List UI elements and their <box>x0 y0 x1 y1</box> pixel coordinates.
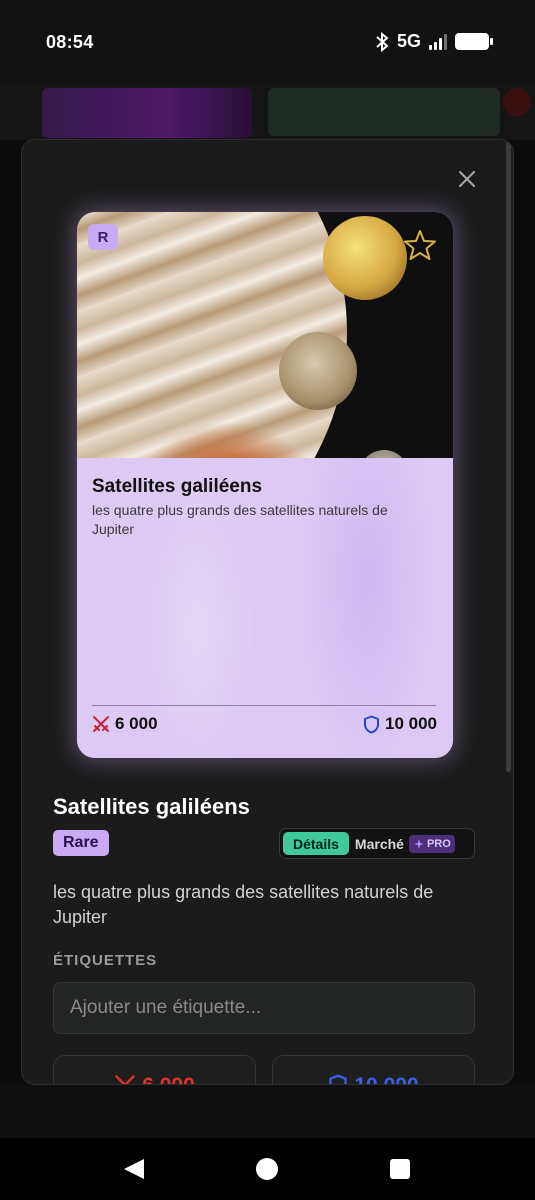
card-image: R <box>77 212 453 458</box>
sparkle-icon <box>413 838 424 849</box>
status-icons: 5G <box>375 31 493 52</box>
attack-value: 6 000 <box>142 1074 195 1084</box>
card-detail-modal: R Satellites galiléens les quatre plus g… <box>21 139 514 1085</box>
swords-icon <box>93 716 109 732</box>
pro-badge: PRO <box>408 834 455 853</box>
background-badge <box>503 88 531 116</box>
back-icon[interactable] <box>124 1159 144 1179</box>
view-switch: Détails Marché PRO <box>279 828 475 859</box>
collectible-card[interactable]: R Satellites galiléens les quatre plus g… <box>77 212 453 758</box>
swords-icon <box>115 1075 135 1084</box>
card-attack-stat: 6 000 <box>92 714 158 734</box>
tab-details[interactable]: Détails <box>283 832 349 855</box>
star-icon[interactable] <box>403 228 437 262</box>
card-defense-value: 10 000 <box>385 714 437 733</box>
card-divider <box>92 705 436 706</box>
card-attack-value: 6 000 <box>115 714 158 733</box>
tab-market[interactable]: Marché PRO <box>354 834 455 853</box>
battery-icon <box>455 33 493 50</box>
tag-input[interactable] <box>53 982 475 1034</box>
defense-stat-box: 10 000 <box>272 1055 475 1084</box>
rarity-badge: R <box>88 224 118 250</box>
network-label: 5G <box>396 31 421 51</box>
rarity-pill: Rare <box>53 830 109 856</box>
close-icon[interactable] <box>456 168 478 190</box>
signal-icon <box>429 33 447 50</box>
detail-title: Satellites galiléens <box>53 794 250 819</box>
pro-label: PRO <box>426 837 451 850</box>
card-description: les quatre plus grands des satellites na… <box>92 502 388 537</box>
shield-icon <box>329 1074 348 1084</box>
shield-icon <box>364 715 379 733</box>
scrollbar[interactable] <box>506 142 511 772</box>
status-bar: 08:54 5G <box>0 0 535 85</box>
background-banner <box>42 88 252 138</box>
home-icon[interactable] <box>256 1158 278 1180</box>
card-defense-stat: 10 000 <box>363 714 437 734</box>
tags-label: ÉTIQUETTES <box>53 952 158 969</box>
card-title: Satellites galiléens <box>92 476 263 497</box>
io-moon <box>323 216 407 300</box>
recent-apps-icon[interactable] <box>390 1159 410 1179</box>
status-time: 08:54 <box>46 32 94 52</box>
bluetooth-icon <box>376 31 389 52</box>
background-tab-bar <box>0 1085 535 1140</box>
background-panel <box>268 88 500 136</box>
tab-market-label: Marché <box>354 835 404 852</box>
attack-stat-box: 6 000 <box>53 1055 256 1084</box>
defense-value: 10 000 <box>354 1074 418 1084</box>
card-body: Satellites galiléens les quatre plus gra… <box>77 458 453 758</box>
detail-description: les quatre plus grands des satellites na… <box>53 882 434 927</box>
europa-moon <box>279 332 357 410</box>
ganymede-moon <box>359 450 409 458</box>
